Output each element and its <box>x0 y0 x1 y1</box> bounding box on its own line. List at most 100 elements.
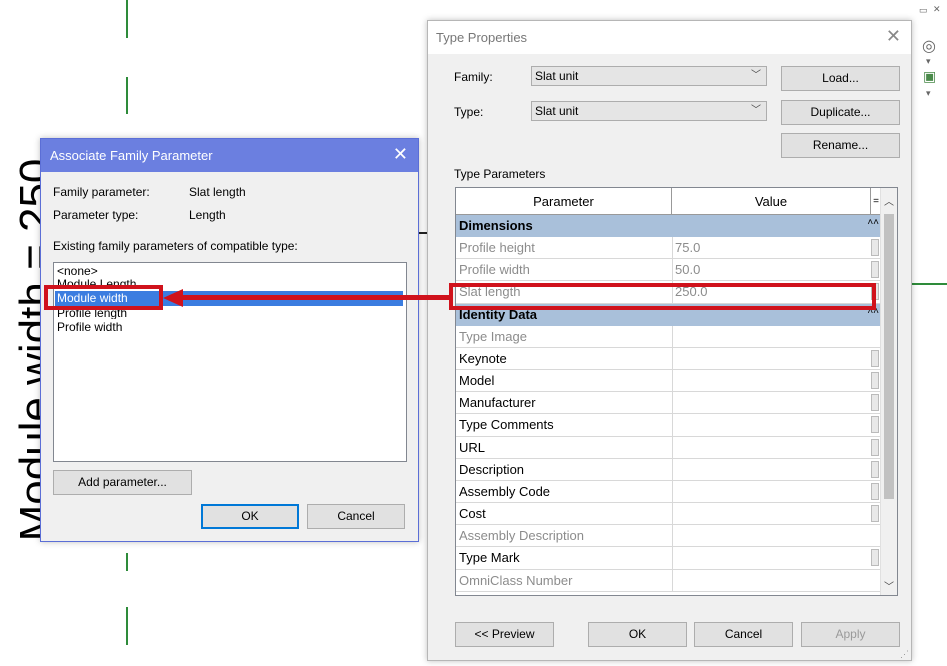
family-select-value: Slat unit <box>535 69 579 83</box>
close-icon[interactable]: ✕ <box>393 144 408 165</box>
param-name: Type Comments <box>459 417 554 433</box>
table-row[interactable]: Type Mark <box>456 547 881 570</box>
type-parameters-label: Type Parameters <box>454 167 546 181</box>
type-label: Type: <box>454 105 484 119</box>
table-row[interactable]: Type Comments <box>456 414 881 437</box>
param-name: OmniClass Number <box>459 572 573 588</box>
scroll-thumb[interactable] <box>884 214 894 499</box>
associate-parameter-button[interactable] <box>871 239 879 256</box>
type-parameters-grid: Parameter Value = Dimensions ˄˄ Profile … <box>455 187 898 596</box>
param-name: Description <box>459 461 525 477</box>
table-row[interactable]: Profile width 50.0 <box>456 259 881 282</box>
type-select-value: Slat unit <box>535 104 579 118</box>
associate-parameter-button[interactable] <box>871 394 879 412</box>
table-row[interactable]: Model <box>456 369 881 393</box>
grid-header: Parameter Value = <box>456 188 881 215</box>
family-parameter-value: Slat length <box>189 185 246 199</box>
param-name: Profile width <box>459 262 530 278</box>
dialog-titlebar: Associate Family Parameter ✕ <box>41 139 418 172</box>
param-value: 50.0 <box>675 262 701 278</box>
cancel-button[interactable]: Cancel <box>694 622 793 647</box>
param-name: Keynote <box>459 350 507 366</box>
associate-parameter-button[interactable] <box>871 505 879 523</box>
parameter-type-label: Parameter type: <box>53 208 139 222</box>
close-icon[interactable]: ✕ <box>933 4 941 15</box>
table-row[interactable]: Keynote <box>456 347 881 370</box>
associate-parameter-button[interactable] <box>871 349 879 367</box>
table-row[interactable]: Assembly Description <box>456 525 881 548</box>
view-toolbar: ▭ ✕ ◎ ▾ ▣ ▾ <box>917 0 947 110</box>
table-row[interactable]: Profile height 75.0 <box>456 237 881 260</box>
preview-button[interactable]: << Preview <box>455 622 554 647</box>
chevron-down-icon[interactable]: ▾ <box>926 88 931 99</box>
existing-parameters-label: Existing family parameters of compatible… <box>53 239 298 253</box>
param-name: Assembly Description <box>459 528 584 544</box>
param-name: Type Mark <box>459 550 520 566</box>
ok-button[interactable]: OK <box>588 622 687 647</box>
associate-parameter-button[interactable] <box>871 371 879 389</box>
param-name: Manufacturer <box>459 395 536 411</box>
associate-parameter-button[interactable] <box>871 261 879 279</box>
table-row[interactable]: Type Image <box>456 325 881 348</box>
close-icon[interactable]: ✕ <box>886 26 901 47</box>
associate-family-parameter-dialog: Associate Family Parameter ✕ Family para… <box>40 138 419 542</box>
scroll-down-icon[interactable]: ﹀ <box>884 578 894 593</box>
dialog-titlebar: Type Properties ✕ <box>428 21 911 54</box>
scroll-up-icon[interactable]: ︿ <box>884 193 894 208</box>
param-name: Cost <box>459 506 486 522</box>
vertical-scrollbar[interactable]: ︿ ﹀ <box>880 188 897 595</box>
highlight-box <box>449 283 876 310</box>
associate-parameter-button[interactable] <box>871 482 879 500</box>
cancel-button[interactable]: Cancel <box>307 504 405 529</box>
table-row[interactable]: OmniClass Number <box>456 569 881 592</box>
ok-button[interactable]: OK <box>201 504 299 529</box>
pin-icon[interactable]: ▭ <box>919 5 928 16</box>
reference-line <box>126 553 128 571</box>
value-column-header[interactable]: Value <box>672 188 871 215</box>
family-label: Family: <box>454 70 493 84</box>
table-row[interactable]: Manufacturer <box>456 392 881 415</box>
list-item[interactable]: <none> <box>57 264 98 278</box>
type-properties-dialog: Type Properties ✕ Family: Slat unit ﹀ Ty… <box>427 20 912 661</box>
table-row[interactable]: Assembly Code <box>456 480 881 504</box>
type-select[interactable]: Slat unit ﹀ <box>531 101 767 121</box>
param-name: Profile height <box>459 240 535 255</box>
table-row[interactable]: Description <box>456 458 881 481</box>
table-row[interactable]: Cost <box>456 503 881 526</box>
reference-line <box>126 77 128 114</box>
associate-parameter-button[interactable] <box>871 549 879 567</box>
add-parameter-button[interactable]: Add parameter... <box>53 470 192 495</box>
arrow-line <box>182 295 450 300</box>
load-button[interactable]: Load... <box>781 66 900 91</box>
arrow-head-icon <box>163 289 183 307</box>
list-item[interactable]: Profile width <box>57 320 122 334</box>
zoom-icon[interactable]: ◎ <box>922 36 936 56</box>
dialog-title: Associate Family Parameter <box>50 148 213 163</box>
model-edge <box>418 232 427 234</box>
rename-button[interactable]: Rename... <box>781 133 900 158</box>
resize-grip-icon[interactable]: ⋰ <box>900 649 909 660</box>
chevron-down-icon: ﹀ <box>751 105 761 116</box>
collapse-icon[interactable]: ˄˄ <box>867 212 879 234</box>
associate-parameter-button[interactable] <box>871 438 879 456</box>
group-dimensions[interactable]: Dimensions ˄˄ <box>456 215 881 237</box>
navigation-icon[interactable]: ▣ <box>923 68 936 85</box>
family-parameter-label: Family parameter: <box>53 185 150 199</box>
param-name: Model <box>459 372 495 388</box>
reference-line <box>126 607 128 645</box>
duplicate-button[interactable]: Duplicate... <box>781 100 900 125</box>
family-select[interactable]: Slat unit ﹀ <box>531 66 767 86</box>
chevron-down-icon[interactable]: ▾ <box>926 56 931 67</box>
table-row[interactable]: URL <box>456 436 881 459</box>
param-name: Type Image <box>459 328 527 344</box>
parameter-column-header[interactable]: Parameter <box>456 188 672 215</box>
associate-parameter-button[interactable] <box>871 416 879 434</box>
grid-rows: Dimensions ˄˄ Profile height 75.0 Profil… <box>456 215 881 592</box>
highlight-box <box>44 285 163 310</box>
parameter-type-value: Length <box>189 208 226 222</box>
apply-button[interactable]: Apply <box>801 622 900 647</box>
dialog-title: Type Properties <box>436 30 528 45</box>
param-value: 75.0 <box>675 240 701 255</box>
chevron-down-icon: ﹀ <box>751 70 761 81</box>
associate-parameter-button[interactable] <box>871 460 879 478</box>
